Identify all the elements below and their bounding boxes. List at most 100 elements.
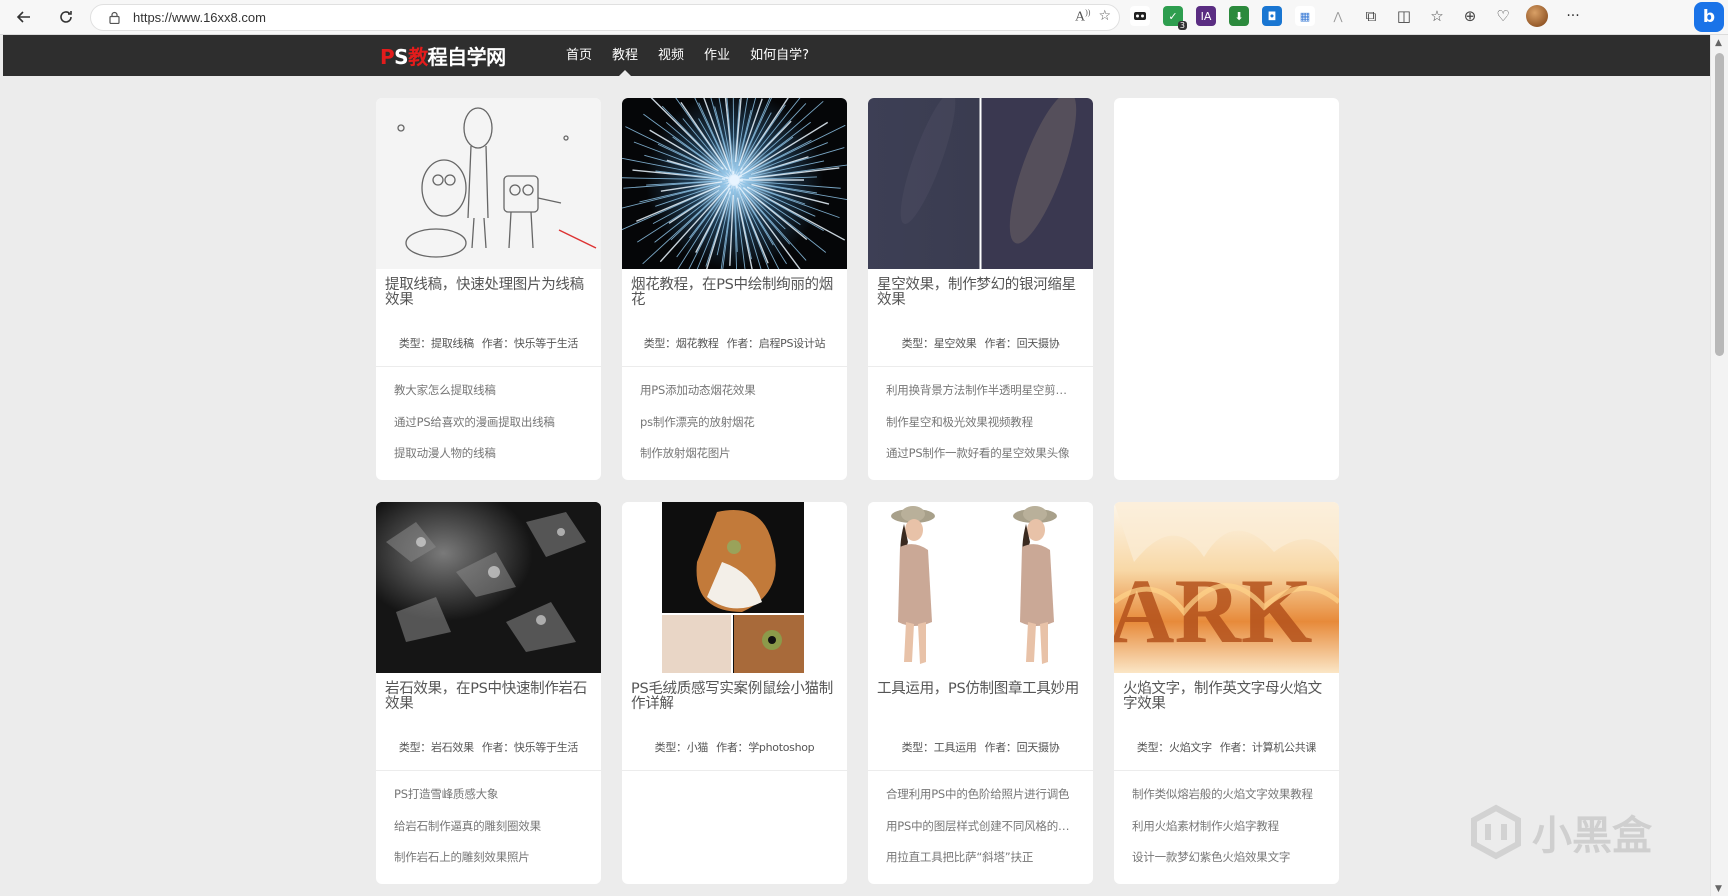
- nav-home[interactable]: 首页: [556, 35, 602, 76]
- watermark-logo-icon: [1471, 804, 1521, 860]
- tutorial-card: 星空效果，制作梦幻的银河缩星效果 类型：星空效果 作者：回天摄协 利用换背景方法制…: [868, 98, 1093, 480]
- card-type[interactable]: 类型：岩石效果: [399, 741, 474, 754]
- nav-videos[interactable]: 视频: [648, 35, 694, 76]
- extension-shield-icon[interactable]: ✓ 3: [1163, 6, 1187, 30]
- card-title[interactable]: 星空效果，制作梦幻的银河缩星效果: [868, 269, 1093, 331]
- scroll-up-icon[interactable]: ▲: [1715, 38, 1722, 48]
- address-bar[interactable]: https://www.16xx8.com A)) ☆: [90, 4, 1120, 31]
- favorite-star-icon[interactable]: ☆: [1098, 8, 1111, 26]
- extension-ia-icon[interactable]: IA: [1196, 6, 1216, 26]
- nav-how-to-learn[interactable]: 如何自学?: [740, 35, 819, 76]
- card-link[interactable]: 制作星空和极光效果视频教程: [886, 409, 1081, 441]
- firework-ray: [661, 105, 722, 168]
- card-thumbnail[interactable]: [376, 98, 601, 269]
- card-thumbnail[interactable]: ARK: [1114, 502, 1339, 673]
- card-link[interactable]: 通过PS制作一款好看的星空效果头像: [886, 440, 1081, 472]
- card-author[interactable]: 作者：学photoshop: [716, 741, 815, 754]
- empty-card: [1114, 98, 1339, 480]
- card-meta: 类型：火焰文字 作者：计算机公共课: [1114, 735, 1339, 771]
- logo-part: 教: [408, 45, 428, 69]
- extension-blue-icon[interactable]: ◘: [1262, 6, 1282, 26]
- card-link[interactable]: 制作岩石上的雕刻效果照片: [394, 844, 589, 876]
- page-scrollbar[interactable]: ▲ ▼: [1710, 35, 1728, 896]
- card-links: 合理利用PS中的色阶给照片进行调色 用PS中的图层样式创建不同风格的… 用拉直工…: [868, 771, 1093, 876]
- card-link[interactable]: 利用火焰素材制作火焰字教程: [1132, 813, 1327, 845]
- card-author[interactable]: 作者：回天摄协: [985, 337, 1060, 350]
- card-type[interactable]: 类型：烟花教程: [644, 337, 719, 350]
- tutorial-card: 岩石效果，在PS中快速制作岩石效果 类型：岩石效果 作者：快乐等于生活 PS打造雪…: [376, 502, 601, 884]
- card-thumbnail[interactable]: [868, 98, 1093, 269]
- extension-apps-icon[interactable]: ▦: [1295, 6, 1315, 26]
- firework-ray: [732, 98, 735, 169]
- firework-ray: [675, 98, 730, 173]
- extension-download-icon[interactable]: ⬇: [1229, 6, 1249, 26]
- card-author[interactable]: 作者：计算机公共课: [1220, 741, 1317, 754]
- logo-part: S: [394, 45, 409, 69]
- card-title[interactable]: 火焰文字，制作英文字母火焰文字效果: [1114, 673, 1339, 735]
- card-link[interactable]: 利用换背景方法制作半透明星空剪…: [886, 377, 1081, 409]
- card-title[interactable]: 提取线稿，快速处理图片为线稿效果: [376, 269, 601, 331]
- back-icon[interactable]: [10, 3, 38, 31]
- refresh-icon[interactable]: [52, 3, 80, 31]
- card-meta: 类型：烟花教程 作者：启程PS设计站: [622, 331, 847, 367]
- read-aloud-icon[interactable]: A)): [1075, 8, 1090, 26]
- scrollbar-thumb[interactable]: [1715, 53, 1724, 356]
- card-meta: 类型：星空效果 作者：回天摄协: [868, 331, 1093, 367]
- favorites-icon[interactable]: ☆: [1427, 6, 1447, 26]
- logo-part: 程自学网: [427, 45, 507, 69]
- firework-ray: [734, 98, 742, 163]
- card-link[interactable]: 提取动漫人物的线稿: [394, 440, 589, 472]
- card-thumbnail[interactable]: [868, 502, 1093, 673]
- card-meta: 类型：岩石效果 作者：快乐等于生活: [376, 735, 601, 771]
- lock-icon[interactable]: [107, 11, 121, 25]
- firework-ray: [705, 194, 730, 267]
- card-type[interactable]: 类型：小猫: [655, 741, 709, 754]
- card-link[interactable]: 合理利用PS中的色阶给照片进行调色: [886, 781, 1081, 813]
- bing-copilot-icon[interactable]: b: [1694, 2, 1724, 32]
- card-link[interactable]: 教大家怎么提取线稿: [394, 377, 589, 409]
- card-type[interactable]: 类型：工具运用: [902, 741, 977, 754]
- collections-icon[interactable]: ⊕: [1460, 6, 1480, 26]
- card-link[interactable]: 用拉直工具把比萨“斜塔”扶正: [886, 844, 1081, 876]
- firework-ray: [680, 102, 728, 171]
- extension-icon-1[interactable]: [1130, 6, 1150, 26]
- site-logo[interactable]: PS教程自学网: [380, 41, 506, 70]
- card-link[interactable]: 用PS添加动态烟花效果: [640, 377, 835, 409]
- more-menu-icon[interactable]: ···: [1561, 6, 1585, 26]
- card-title[interactable]: PS毛绒质感写实案例鼠绘小猫制作详解: [622, 673, 847, 735]
- scroll-down-icon[interactable]: ▼: [1715, 884, 1722, 894]
- card-title[interactable]: 烟花教程，在PS中绘制绚丽的烟花: [622, 269, 847, 331]
- url-text[interactable]: https://www.16xx8.com: [133, 10, 266, 25]
- extension-gray-icon[interactable]: ⋀: [1328, 6, 1348, 26]
- profile-avatar[interactable]: [1526, 5, 1548, 27]
- card-links: 用PS添加动态烟花效果 ps制作漂亮的放射烟花 制作放射烟花图片: [622, 367, 847, 472]
- card-link[interactable]: PS打造雪峰质感大象: [394, 781, 589, 813]
- card-link[interactable]: 通过PS给喜欢的漫画提取出线稿: [394, 409, 589, 441]
- card-author[interactable]: 作者：启程PS设计站: [727, 337, 826, 350]
- card-thumbnail[interactable]: [622, 502, 847, 673]
- split-screen-icon[interactable]: ◫: [1394, 6, 1414, 26]
- card-title[interactable]: 岩石效果，在PS中快速制作岩石效果: [376, 673, 601, 735]
- card-link[interactable]: 设计一款梦幻紫色火焰效果文字: [1132, 844, 1327, 876]
- nav-tutorials[interactable]: 教程: [602, 35, 648, 76]
- card-link[interactable]: 给岩石制作逼真的雕刻圈效果: [394, 813, 589, 845]
- tutorial-card: 工具运用，PS仿制图章工具妙用 类型：工具运用 作者：回天摄协 合理利用PS中的色…: [868, 502, 1093, 884]
- card-type[interactable]: 类型：火焰文字: [1137, 741, 1212, 754]
- card-author[interactable]: 作者：快乐等于生活: [482, 741, 579, 754]
- tutorial-card: ARK 火焰文字，制作英文字母火焰文字效果 类型：火焰文字 作者：计算机公共课 制…: [1114, 502, 1339, 884]
- card-thumbnail[interactable]: [622, 98, 847, 269]
- card-link[interactable]: 制作类似熔岩般的火焰文字效果教程: [1132, 781, 1327, 813]
- card-author[interactable]: 作者：回天摄协: [985, 741, 1060, 754]
- card-link[interactable]: 制作放射烟花图片: [640, 440, 835, 472]
- nav-homework[interactable]: 作业: [694, 35, 740, 76]
- card-link[interactable]: 用PS中的图层样式创建不同风格的…: [886, 813, 1081, 845]
- card-type[interactable]: 类型：提取线稿: [399, 337, 474, 350]
- card-thumbnail[interactable]: [376, 502, 601, 673]
- card-link[interactable]: ps制作漂亮的放射烟花: [640, 409, 835, 441]
- card-author[interactable]: 作者：快乐等于生活: [482, 337, 579, 350]
- browser-essentials-icon[interactable]: ♡: [1493, 6, 1513, 26]
- extensions-puzzle-icon[interactable]: ⧉: [1361, 6, 1381, 26]
- card-type[interactable]: 类型：星空效果: [902, 337, 977, 350]
- card-title[interactable]: 工具运用，PS仿制图章工具妙用: [868, 673, 1093, 735]
- tutorial-card: 提取线稿，快速处理图片为线稿效果 类型：提取线稿 作者：快乐等于生活 教大家怎么提…: [376, 98, 601, 480]
